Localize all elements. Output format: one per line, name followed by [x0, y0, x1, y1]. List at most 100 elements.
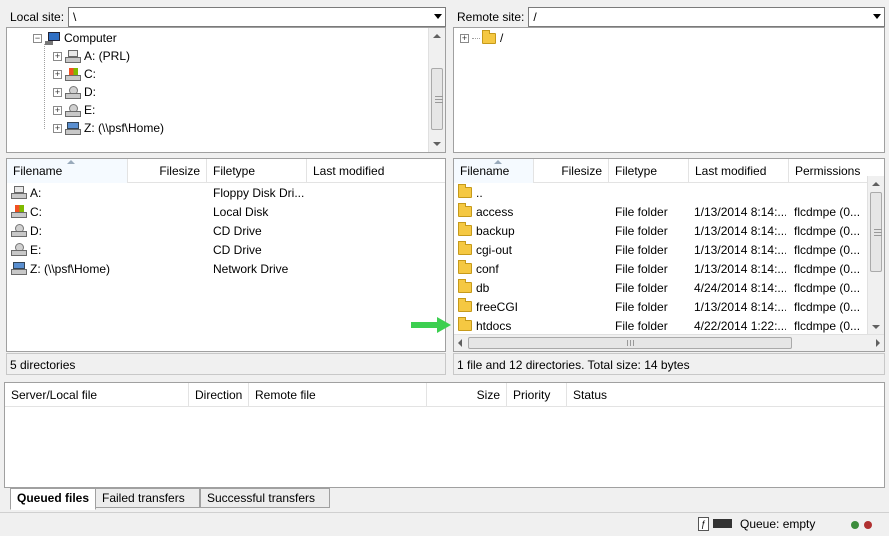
- pointer-arrow-icon: [411, 317, 451, 333]
- folder-icon: [458, 317, 472, 331]
- scrollbar-thumb[interactable]: [468, 337, 792, 349]
- remote-directory-tree: + /: [453, 27, 885, 153]
- chevron-down-icon[interactable]: [434, 14, 442, 19]
- column-header-filesize[interactable]: Filesize: [534, 159, 609, 183]
- local-file-list: Filename Filesize Filetype Last modified…: [6, 158, 446, 352]
- filter-icon[interactable]: ƒ: [698, 517, 709, 531]
- expand-icon[interactable]: +: [53, 105, 62, 115]
- expand-icon[interactable]: +: [460, 33, 469, 43]
- tree-item-label: C:: [84, 67, 96, 81]
- scroll-up-icon[interactable]: [433, 34, 441, 38]
- local-site-label: Local site:: [10, 10, 65, 24]
- scroll-down-icon[interactable]: [872, 325, 880, 329]
- column-header-filename[interactable]: Filename: [454, 159, 534, 183]
- sort-ascending-icon: [493, 160, 502, 164]
- tree-item-drive-z[interactable]: + Z: (\\psf\Home): [53, 119, 164, 137]
- folder-icon: [458, 260, 472, 274]
- scroll-right-icon[interactable]: [876, 339, 880, 347]
- list-item[interactable]: access File folder 1/13/2014 8:14:... fl…: [454, 203, 884, 222]
- tree-item-label: Computer: [64, 31, 117, 45]
- column-header-last-modified[interactable]: Last modified: [689, 159, 789, 183]
- binary-mode-icon[interactable]: [713, 519, 732, 528]
- remote-list-hscrollbar[interactable]: [454, 334, 884, 351]
- tree-item-drive-c[interactable]: + C:: [53, 65, 96, 83]
- remote-site-path-combo[interactable]: /: [528, 7, 885, 27]
- floppy-drive-icon: [65, 49, 81, 63]
- remote-list-vscrollbar[interactable]: [867, 176, 884, 335]
- local-site-path-value: \: [73, 10, 77, 24]
- folder-icon: [458, 222, 472, 236]
- cd-drive-icon: [11, 243, 27, 256]
- tree-item-computer[interactable]: − Computer: [33, 29, 117, 47]
- scroll-up-icon[interactable]: [872, 182, 880, 186]
- chevron-down-icon[interactable]: [873, 14, 881, 19]
- expand-icon[interactable]: +: [53, 123, 62, 133]
- transfer-queue: Server/Local file Direction Remote file …: [4, 382, 885, 488]
- network-drive-icon: [11, 262, 27, 275]
- folder-icon: [458, 241, 472, 255]
- remote-file-list: Filename Filesize Filetype Last modified…: [453, 158, 885, 352]
- folder-icon: [458, 279, 472, 293]
- tree-item-label: E:: [84, 103, 96, 117]
- list-item[interactable]: ..: [454, 184, 884, 203]
- list-item[interactable]: Z: (\\psf\Home) Network Drive: [7, 260, 445, 279]
- remote-list-status: 1 file and 12 directories. Total size: 1…: [453, 353, 885, 375]
- tree-item-drive-e[interactable]: + E:: [53, 101, 95, 119]
- list-item[interactable]: D: CD Drive: [7, 222, 445, 241]
- receive-led-icon: [851, 521, 859, 529]
- expand-icon[interactable]: +: [53, 51, 62, 61]
- list-item[interactable]: db File folder 4/24/2014 8:14:... flcdmp…: [454, 279, 884, 298]
- local-site-path-combo[interactable]: \: [68, 7, 446, 27]
- cd-drive-icon: [65, 85, 81, 99]
- folder-icon: [458, 298, 472, 312]
- scroll-left-icon[interactable]: [458, 339, 462, 347]
- column-header-last-modified[interactable]: Last modified: [307, 159, 445, 183]
- expand-icon[interactable]: +: [53, 87, 62, 97]
- column-header-size[interactable]: Size: [427, 383, 507, 407]
- network-drive-icon: [65, 121, 81, 135]
- list-item[interactable]: backup File folder 1/13/2014 8:14:... fl…: [454, 222, 884, 241]
- column-header-filename[interactable]: Filename: [7, 159, 128, 183]
- tab-failed-transfers[interactable]: Failed transfers: [95, 488, 200, 508]
- folder-icon: [458, 203, 472, 217]
- expand-icon[interactable]: +: [53, 69, 62, 79]
- list-item[interactable]: A: Floppy Disk Dri...: [7, 184, 445, 203]
- local-disk-icon: [11, 205, 27, 218]
- send-led-icon: [864, 521, 872, 529]
- tree-item-label: A: (PRL): [84, 49, 131, 63]
- scrollbar-thumb[interactable]: [870, 192, 882, 272]
- list-item[interactable]: cgi-out File folder 1/13/2014 8:14:... f…: [454, 241, 884, 260]
- list-item[interactable]: freeCGI File folder 1/13/2014 8:14:... f…: [454, 298, 884, 317]
- folder-icon: [482, 29, 496, 44]
- collapse-icon[interactable]: −: [33, 33, 42, 43]
- column-header-filesize[interactable]: Filesize: [128, 159, 207, 183]
- remote-list-header: Filename Filesize Filetype Last modified…: [454, 159, 884, 183]
- column-header-priority[interactable]: Priority: [507, 383, 567, 407]
- local-list-header: Filename Filesize Filetype Last modified: [7, 159, 445, 183]
- list-item[interactable]: E: CD Drive: [7, 241, 445, 260]
- scroll-down-icon[interactable]: [433, 142, 441, 146]
- tree-item-label: Z: (\\psf\Home): [84, 121, 165, 135]
- tree-item-drive-d[interactable]: + D:: [53, 83, 96, 101]
- tab-successful-transfers[interactable]: Successful transfers: [200, 488, 330, 508]
- tree-item-drive-a[interactable]: + A: (PRL): [53, 47, 130, 65]
- column-header-status[interactable]: Status: [567, 383, 884, 407]
- column-header-direction[interactable]: Direction: [189, 383, 249, 407]
- column-header-server-local-file[interactable]: Server/Local file: [5, 383, 189, 407]
- list-item[interactable]: C: Local Disk: [7, 203, 445, 222]
- local-list-status: 5 directories: [6, 353, 446, 375]
- remote-site-bar: Remote site: /: [453, 6, 885, 28]
- cd-drive-icon: [11, 224, 27, 237]
- local-site-bar: Local site: \: [6, 6, 446, 28]
- folder-icon: [458, 184, 472, 198]
- tree-item-root[interactable]: + /: [460, 29, 503, 47]
- column-header-remote-file[interactable]: Remote file: [249, 383, 427, 407]
- list-item[interactable]: conf File folder 1/13/2014 8:14:... flcd…: [454, 260, 884, 279]
- tab-queued-files[interactable]: Queued files: [10, 488, 97, 510]
- local-tree-scrollbar[interactable]: [428, 28, 445, 152]
- column-header-filetype[interactable]: Filetype: [207, 159, 307, 183]
- cd-drive-icon: [65, 103, 81, 117]
- tree-item-label: D:: [84, 85, 96, 99]
- scrollbar-thumb[interactable]: [431, 68, 443, 130]
- column-header-filetype[interactable]: Filetype: [609, 159, 689, 183]
